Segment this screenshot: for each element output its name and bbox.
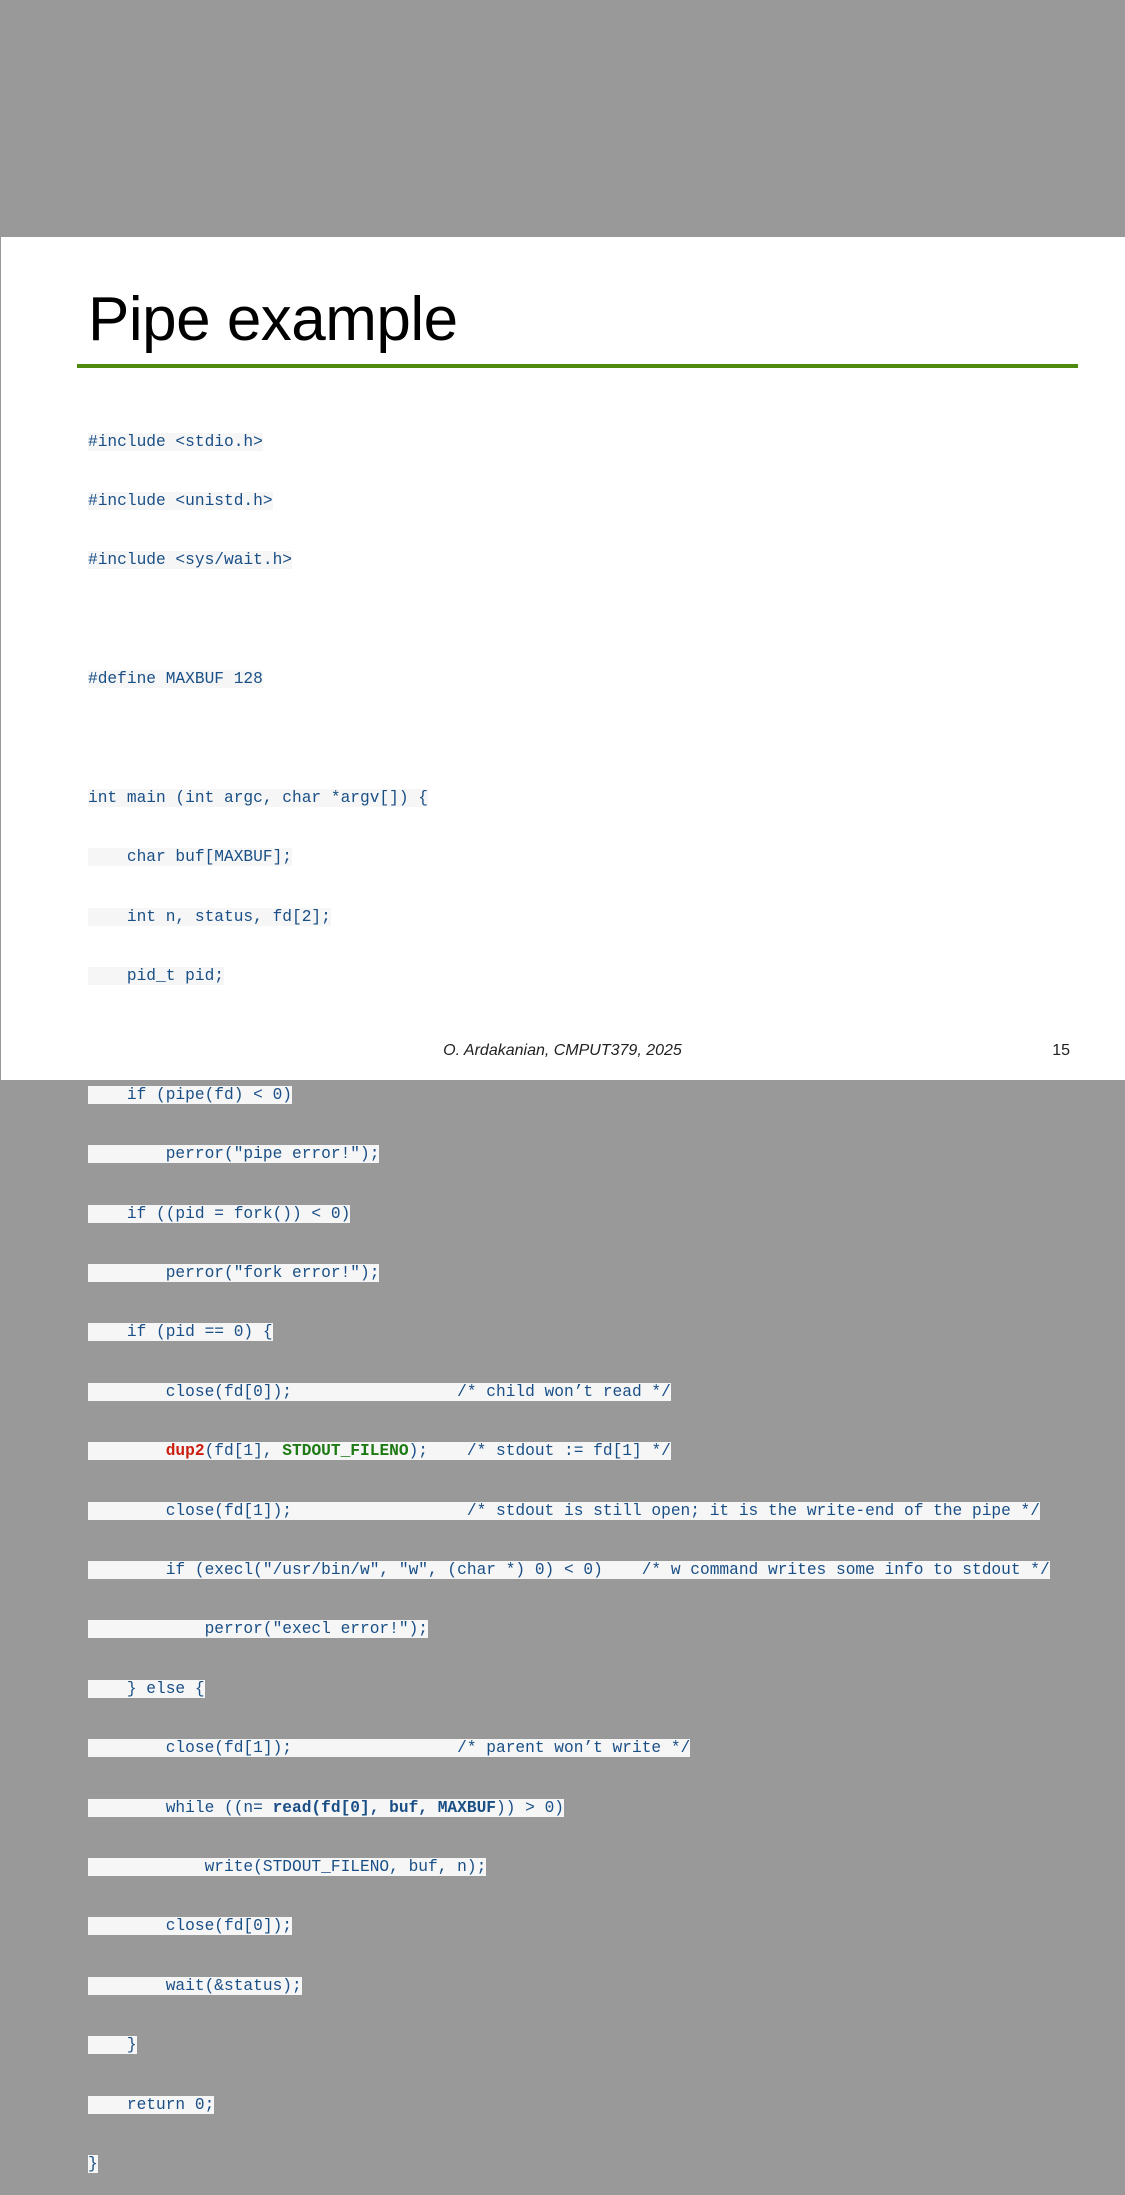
code-line: int main (int argc, char *argv[]) { <box>88 788 1050 809</box>
code-text: } <box>88 2154 98 2173</box>
dup2-call: dup2 <box>165 1442 205 1461</box>
code-text: ); /* stdout := fd[1] */ <box>408 1442 671 1461</box>
code-text: char buf[MAXBUF]; <box>88 848 292 867</box>
read-call: read(fd[0], buf, MAXBUF <box>272 1798 497 1817</box>
code-line: return 0; <box>88 2095 1050 2116</box>
code-line: if (pipe(fd) < 0) <box>88 1085 1050 1106</box>
slide-footer: O. Ardakanian, CMPUT379, 2025 <box>443 1042 682 1059</box>
code-text: return 0; <box>88 2095 215 2114</box>
code-text <box>88 1442 166 1461</box>
code-line: while ((n= read(fd[0], buf, MAXBUF)) > 0… <box>88 1798 1050 1819</box>
code-line: #include <sys/wait.h> <box>88 551 1050 571</box>
code-line: close(fd[1]); /* parent won’t write */ <box>88 1739 1050 1759</box>
code-text: if (execl("/usr/bin/w", "w", (char *) 0)… <box>88 1561 1050 1580</box>
code-line: perror("fork error!"); <box>88 1264 1050 1284</box>
code-text: perror("execl error!"); <box>88 1620 428 1639</box>
page-number: 15 <box>1052 1042 1070 1059</box>
code-text: close(fd[0]); <box>88 1917 292 1936</box>
code-text: #include <sys/wait.h> <box>88 551 292 570</box>
code-text: )) > 0) <box>496 1798 565 1817</box>
code-text: if (pid == 0) { <box>88 1323 273 1342</box>
code-line: close(fd[1]); /* stdout is still open; i… <box>88 1501 1050 1522</box>
code-line: if (execl("/usr/bin/w", "w", (char *) 0)… <box>88 1561 1050 1581</box>
code-block: #include <stdio.h> #include <unistd.h> #… <box>88 393 1050 2195</box>
code-line: #include <stdio.h> <box>88 432 1050 453</box>
code-text: wait(&status); <box>88 1976 302 1995</box>
code-line: close(fd[0]); <box>88 1917 1050 1937</box>
code-text: while ((n= <box>88 1798 273 1817</box>
code-line: write(STDOUT_FILENO, buf, n); <box>88 1857 1050 1878</box>
code-line: char buf[MAXBUF]; <box>88 848 1050 868</box>
code-line: } <box>88 2154 1050 2175</box>
code-text: close(fd[1]); /* stdout is still open; i… <box>88 1501 1040 1520</box>
code-line: wait(&status); <box>88 1976 1050 1997</box>
code-line: perror("execl error!"); <box>88 1620 1050 1640</box>
code-text: } else { <box>88 1679 205 1698</box>
code-line: if ((pid = fork()) < 0) <box>88 1204 1050 1225</box>
code-line: #define MAXBUF 128 <box>88 670 1050 690</box>
code-text: int n, status, fd[2]; <box>88 907 331 926</box>
code-line: pid_t pid; <box>88 967 1050 987</box>
code-line: close(fd[0]); /* child won’t read */ <box>88 1382 1050 1403</box>
code-line: #include <unistd.h> <box>88 491 1050 512</box>
code-text: } <box>88 2036 137 2055</box>
code-text: int main (int argc, char *argv[]) { <box>88 788 428 807</box>
title-divider <box>77 364 1078 368</box>
code-text: write(STDOUT_FILENO, buf, n); <box>88 1857 487 1876</box>
code-text: #include <stdio.h> <box>88 432 263 451</box>
code-text: #include <unistd.h> <box>88 491 273 510</box>
code-text: (fd[1], <box>204 1442 283 1461</box>
code-line: } else { <box>88 1679 1050 1700</box>
code-text: perror("pipe error!"); <box>88 1145 380 1164</box>
code-line: int n, status, fd[2]; <box>88 907 1050 928</box>
slide-title: Pipe example <box>88 285 458 354</box>
code-text: perror("fork error!"); <box>88 1264 380 1283</box>
code-line: dup2(fd[1], STDOUT_FILENO); /* stdout :=… <box>88 1442 1050 1462</box>
stdout-fileno-constant: STDOUT_FILENO <box>282 1442 409 1461</box>
code-text: if (pipe(fd) < 0) <box>88 1085 292 1104</box>
code-text: close(fd[0]); /* child won’t read */ <box>88 1382 671 1401</box>
code-line: if (pid == 0) { <box>88 1323 1050 1343</box>
code-line: } <box>88 2036 1050 2056</box>
code-text: close(fd[1]); /* parent won’t write */ <box>88 1739 691 1758</box>
code-text: if ((pid = fork()) < 0) <box>88 1204 351 1223</box>
code-text: #define MAXBUF 128 <box>88 670 263 689</box>
code-line: perror("pipe error!"); <box>88 1145 1050 1165</box>
code-text: pid_t pid; <box>88 967 224 986</box>
